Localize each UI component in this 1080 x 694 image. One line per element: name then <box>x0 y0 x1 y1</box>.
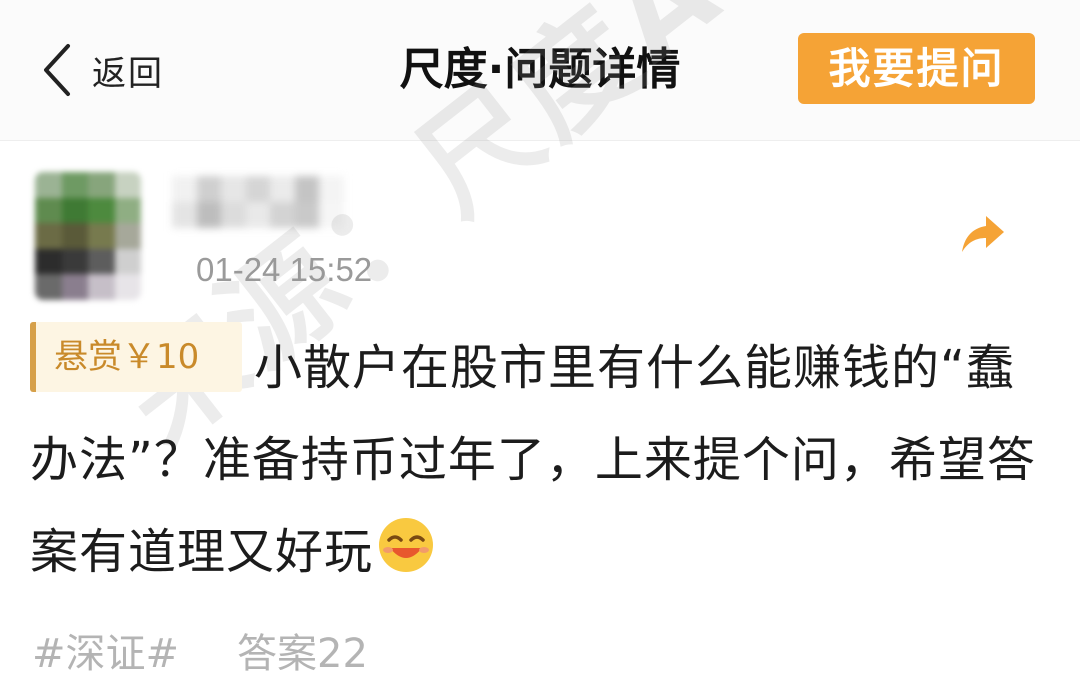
smiling-face-emoji-icon <box>379 518 434 572</box>
question-body: 小散户在股市里有什么能赚钱的“蠢办法”？准备持币过年了，上来提个问，希望答案有道… <box>30 340 1036 580</box>
answers-count[interactable]: 答案22 <box>237 631 368 677</box>
ask-question-button[interactable]: 我要提问 <box>798 33 1035 104</box>
username-blurred[interactable] <box>172 176 344 228</box>
share-arrow-icon[interactable] <box>958 212 1006 256</box>
post-timestamp: 01-24 15:52 <box>196 251 373 288</box>
post-meta: #深证# 答案22 <box>32 624 368 684</box>
top-bar: 返回 尺度·问题详情 我要提问 <box>0 0 1080 141</box>
topic-tag[interactable]: #深证# <box>32 631 179 677</box>
question-text: 小散户在股市里有什么能赚钱的“蠢办法”？准备持币过年了，上来提个问，希望答案有道… <box>30 322 1050 598</box>
avatar[interactable] <box>35 172 141 300</box>
